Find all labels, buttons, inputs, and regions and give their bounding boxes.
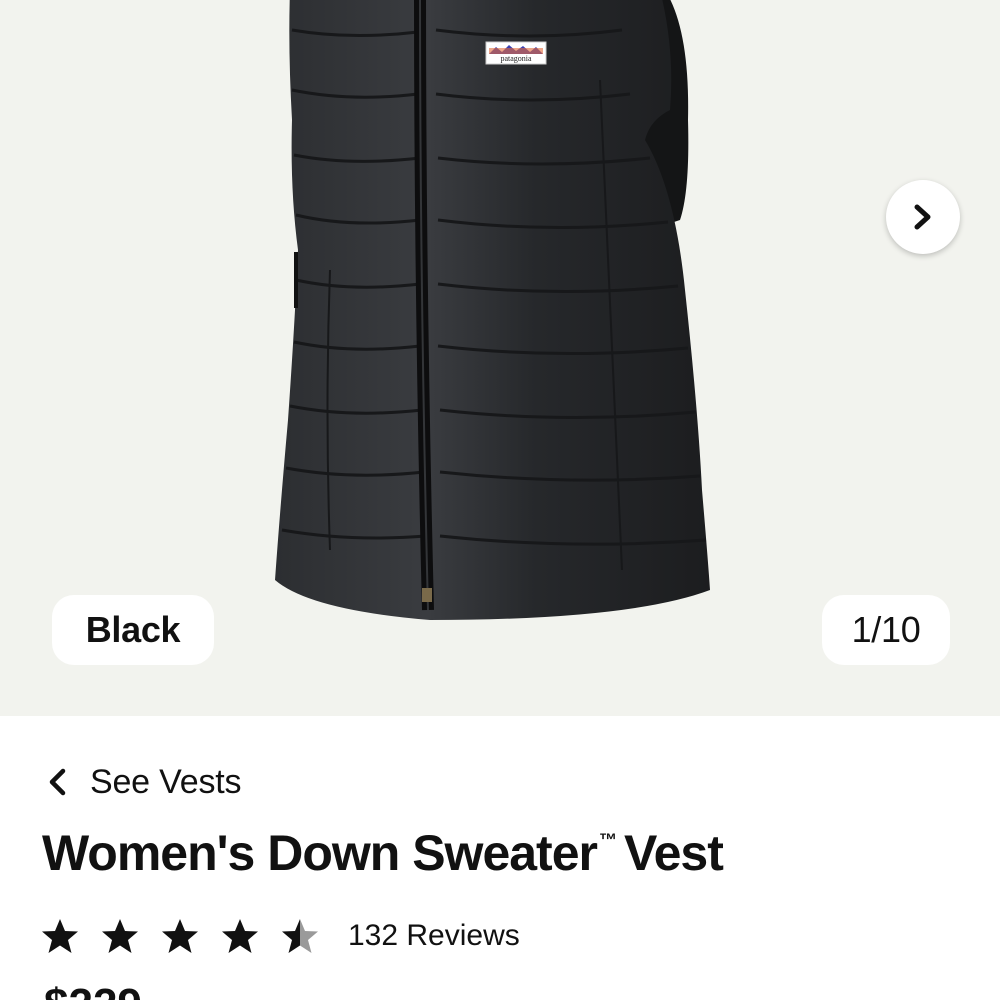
chevron-left-icon [49,768,66,796]
star-filled-icon [102,919,138,953]
trademark-symbol: ™ [598,830,617,851]
brand-tag: patagonia [485,41,547,65]
rating-row[interactable]: 132 Reviews [40,910,520,962]
back-link-label: See Vests [90,762,242,801]
product-gallery[interactable]: patagonia Black 1/10 [0,0,1000,716]
star-half-icon [282,919,318,953]
star-rating[interactable] [40,917,320,955]
product-page: patagonia Black 1/10 See Vests Women's D… [0,0,1000,1000]
product-name: Women's Down Sweater [42,825,598,881]
back-to-category-link[interactable]: See Vests [44,756,242,808]
product-title: Women's Down Sweater ™ Vest [42,824,724,882]
star-filled-icon [162,919,198,953]
chevron-right-icon [914,204,931,230]
svg-text:patagonia: patagonia [500,54,532,63]
reviews-count-link[interactable]: 132 Reviews [348,919,520,953]
product-name-suffix: Vest [623,825,724,881]
product-image: patagonia [275,0,710,620]
product-price: $229 [44,980,142,1000]
selected-color-badge: Black [52,595,214,665]
star-filled-icon [42,919,78,953]
image-counter: 1/10 [822,595,950,665]
next-image-button[interactable] [886,180,960,254]
star-filled-icon [222,919,258,953]
